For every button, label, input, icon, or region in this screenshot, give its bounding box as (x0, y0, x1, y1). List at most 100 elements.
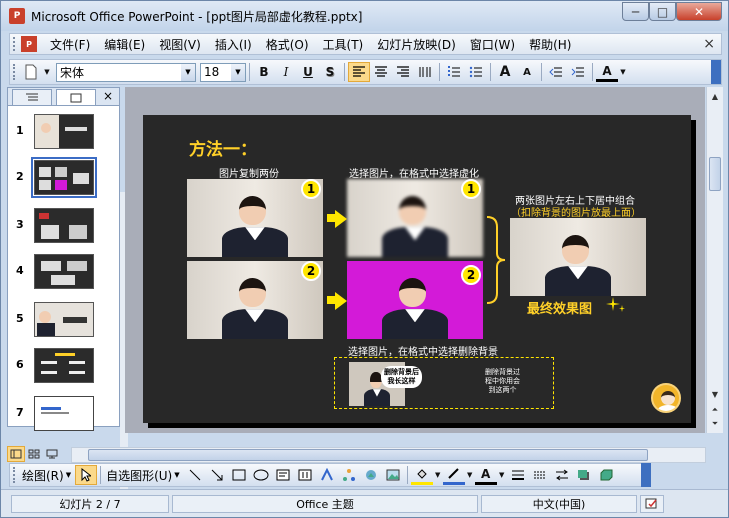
fill-color-icon[interactable] (410, 465, 433, 485)
chevron-down-icon[interactable]: ▼ (181, 63, 195, 81)
vertical-scrollbar[interactable]: ▲ ▼ ⏶ ⏷ (706, 87, 723, 433)
menu-tools[interactable]: 工具(T) (316, 36, 371, 53)
panel-close-button[interactable]: × (103, 89, 113, 103)
powerpoint-app-icon[interactable]: P (9, 8, 25, 24)
draw-menu-button[interactable]: 绘图(R) (20, 467, 66, 484)
slide-title[interactable]: 方法一： (189, 135, 257, 160)
chevron-down-icon[interactable]: ▼ (433, 465, 443, 485)
vertical-textbox-icon[interactable] (294, 465, 316, 485)
shadow-button[interactable]: S (319, 62, 341, 82)
dash-style-icon[interactable] (529, 465, 551, 485)
slide-thumbnail[interactable] (34, 208, 94, 243)
scroll-up-icon[interactable]: ▲ (708, 89, 722, 103)
increase-indent-icon[interactable] (567, 62, 589, 82)
slide-thumbnail[interactable] (34, 254, 94, 289)
grow-font-button[interactable]: A (494, 62, 516, 82)
scroll-down-icon[interactable]: ▼ (708, 387, 722, 401)
menu-help[interactable]: 帮助(H) (522, 36, 578, 53)
slide-thumbnail-row[interactable]: 3 (8, 208, 108, 248)
slide-thumbnail-selected[interactable] (31, 157, 97, 198)
menu-window[interactable]: 窗口(W) (463, 36, 522, 53)
line-icon[interactable] (184, 465, 206, 485)
picture-icon[interactable] (382, 465, 404, 485)
font-size-select[interactable]: 18 ▼ (200, 62, 246, 82)
slide-thumbnail[interactable] (34, 302, 94, 337)
slide-thumbnail-row[interactable]: 4 (8, 254, 108, 294)
textbox-icon[interactable] (272, 465, 294, 485)
line-style-icon[interactable] (507, 465, 529, 485)
caption-copy[interactable]: 图片复制两份 (219, 165, 279, 180)
shrink-font-button[interactable]: A (516, 62, 538, 82)
new-icon[interactable] (20, 62, 42, 82)
chevron-down-icon[interactable]: ▼ (66, 471, 71, 479)
maximize-button[interactable]: □ (649, 2, 676, 21)
photo-final-result[interactable] (510, 218, 646, 296)
horizontal-scrollbar[interactable] (71, 447, 706, 463)
document-close-button[interactable]: × (703, 36, 715, 52)
font-color-button[interactable]: A (596, 62, 618, 82)
current-slide[interactable]: 方法一： 图片复制两份 选择图片，在格式中选择虚化 两张图片左右上下居中组合 （… (143, 115, 691, 423)
slide-thumbnail-row[interactable]: 1 (8, 114, 108, 154)
tab-slides[interactable] (56, 89, 96, 105)
normal-view-icon[interactable] (7, 446, 25, 462)
3d-style-icon[interactable] (595, 465, 617, 485)
slide-thumbnail-row[interactable]: 5 (8, 302, 108, 342)
tab-outline[interactable] (12, 89, 52, 105)
rectangle-icon[interactable] (228, 465, 250, 485)
toolbar-options-icon[interactable] (641, 463, 651, 487)
align-right-icon[interactable] (392, 62, 414, 82)
arrow-style-icon[interactable] (551, 465, 573, 485)
slide-thumbnail[interactable] (34, 114, 94, 149)
align-left-icon[interactable] (348, 62, 370, 82)
caption-combine-note[interactable]: （扣除背景的图片放最上面） (511, 204, 641, 219)
distribute-columns-icon[interactable] (414, 62, 436, 82)
scroll-thumb[interactable] (709, 157, 721, 191)
new-dropdown-icon[interactable]: ▼ (42, 62, 52, 82)
tip-box[interactable]: 删除背景后 我长这样 删除背景过 程中你用会 到这两个 (334, 357, 554, 409)
bullet-list-icon[interactable] (465, 62, 487, 82)
final-result-label[interactable]: 最终效果图 (527, 298, 592, 317)
slide-thumbnail-row[interactable]: 7 (8, 396, 108, 436)
diagram-icon[interactable] (338, 465, 360, 485)
clipart-icon[interactable] (360, 465, 382, 485)
menu-format[interactable]: 格式(O) (259, 36, 316, 53)
autoshapes-menu-button[interactable]: 自选图形(U) (104, 467, 174, 484)
slide-thumbnail[interactable] (34, 348, 94, 383)
font-color-dropdown-icon[interactable]: ▼ (618, 62, 628, 82)
slide-thumbnail[interactable] (34, 396, 94, 431)
toolbar-options-icon[interactable] (711, 60, 721, 84)
chevron-down-icon[interactable]: ▼ (174, 471, 179, 479)
slide-thumbnail-row[interactable]: 6 (8, 348, 108, 388)
underline-button[interactable]: U (297, 62, 319, 82)
caption-remove-bg[interactable]: 选择图片，在格式中选择删除背景 (348, 343, 498, 358)
next-slide-icon[interactable]: ⏷ (708, 417, 722, 431)
wordart-icon[interactable] (316, 465, 338, 485)
toolbar-grip[interactable] (13, 467, 17, 483)
oval-icon[interactable] (250, 465, 272, 485)
line-color-icon[interactable] (442, 465, 465, 485)
scroll-thumb[interactable] (88, 449, 648, 461)
decrease-indent-icon[interactable] (545, 62, 567, 82)
numbered-list-icon[interactable] (443, 62, 465, 82)
chevron-down-icon[interactable]: ▼ (497, 465, 507, 485)
slideshow-view-icon[interactable] (43, 446, 61, 462)
toolbar-grip[interactable] (13, 64, 17, 80)
align-center-icon[interactable] (370, 62, 392, 82)
caption-blur[interactable]: 选择图片，在格式中选择虚化 (349, 165, 479, 180)
previous-slide-icon[interactable]: ⏶ (708, 403, 722, 417)
arrow-icon[interactable] (206, 465, 228, 485)
chevron-down-icon[interactable]: ▼ (465, 465, 475, 485)
draw-font-color-button[interactable]: A (474, 465, 497, 485)
font-name-select[interactable]: 宋体 ▼ (56, 62, 196, 82)
chevron-down-icon[interactable]: ▼ (231, 63, 245, 81)
menu-edit[interactable]: 编辑(E) (97, 36, 152, 53)
minimize-button[interactable]: ─ (622, 2, 649, 21)
select-pointer-icon[interactable] (75, 465, 98, 485)
menu-insert[interactable]: 插入(I) (208, 36, 259, 53)
slide-thumbnail-row[interactable]: 2 (8, 157, 108, 200)
slide-sorter-view-icon[interactable] (25, 446, 43, 462)
document-icon[interactable]: P (21, 36, 37, 52)
menu-slideshow[interactable]: 幻灯片放映(D) (370, 36, 463, 53)
menu-file[interactable]: 文件(F) (43, 36, 97, 53)
menu-view[interactable]: 视图(V) (152, 36, 208, 53)
